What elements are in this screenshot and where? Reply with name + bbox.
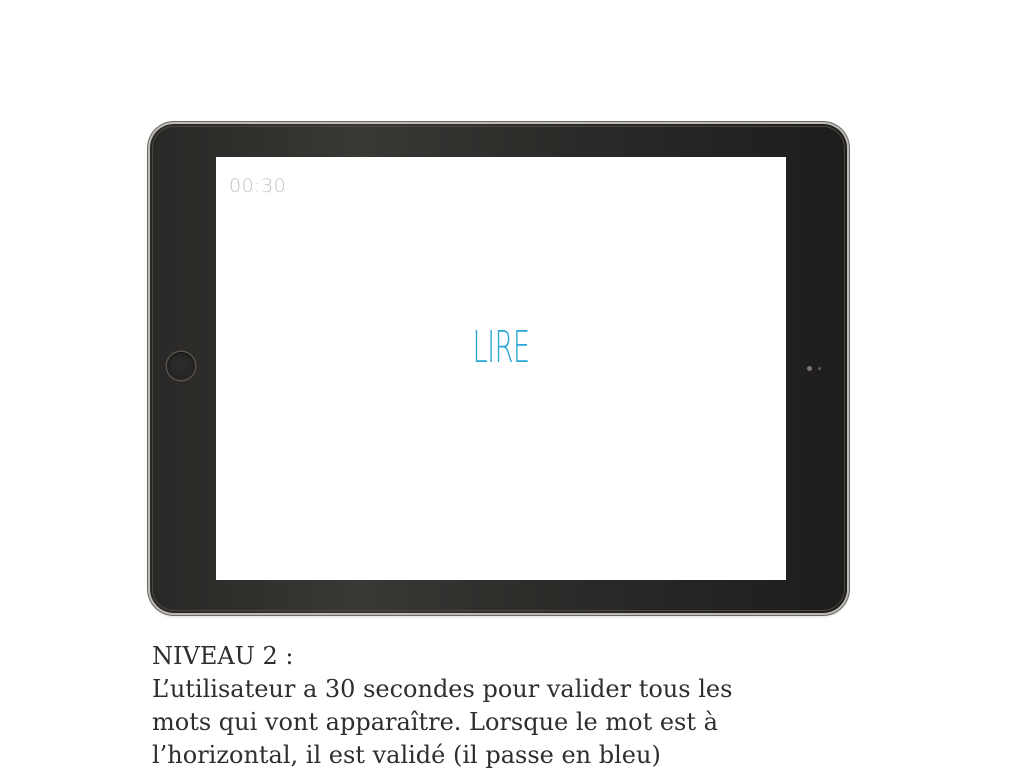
tablet-device: 00:30 LIRE xyxy=(150,124,847,613)
countdown-timer: 00:30 xyxy=(229,175,287,197)
page: 00:30 LIRE NIVEAU 2 : L’utilisateur a 30… xyxy=(0,0,1020,780)
level-title: NIVEAU 2 : xyxy=(152,642,294,670)
tablet-screen: 00:30 LIRE xyxy=(216,157,786,580)
home-button[interactable] xyxy=(167,352,195,380)
description: NIVEAU 2 : L’utilisateur a 30 secondes p… xyxy=(152,640,852,772)
description-line: L’utilisateur a 30 secondes pour valider… xyxy=(152,675,733,703)
description-line: l’horizontal, il est validé (il passe en… xyxy=(152,741,661,769)
game-word[interactable]: LIRE xyxy=(324,322,677,373)
description-line: mots qui vont apparaître. Lorsque le mot… xyxy=(152,708,718,736)
camera-icon xyxy=(807,366,812,371)
sensor-icon xyxy=(818,367,821,370)
